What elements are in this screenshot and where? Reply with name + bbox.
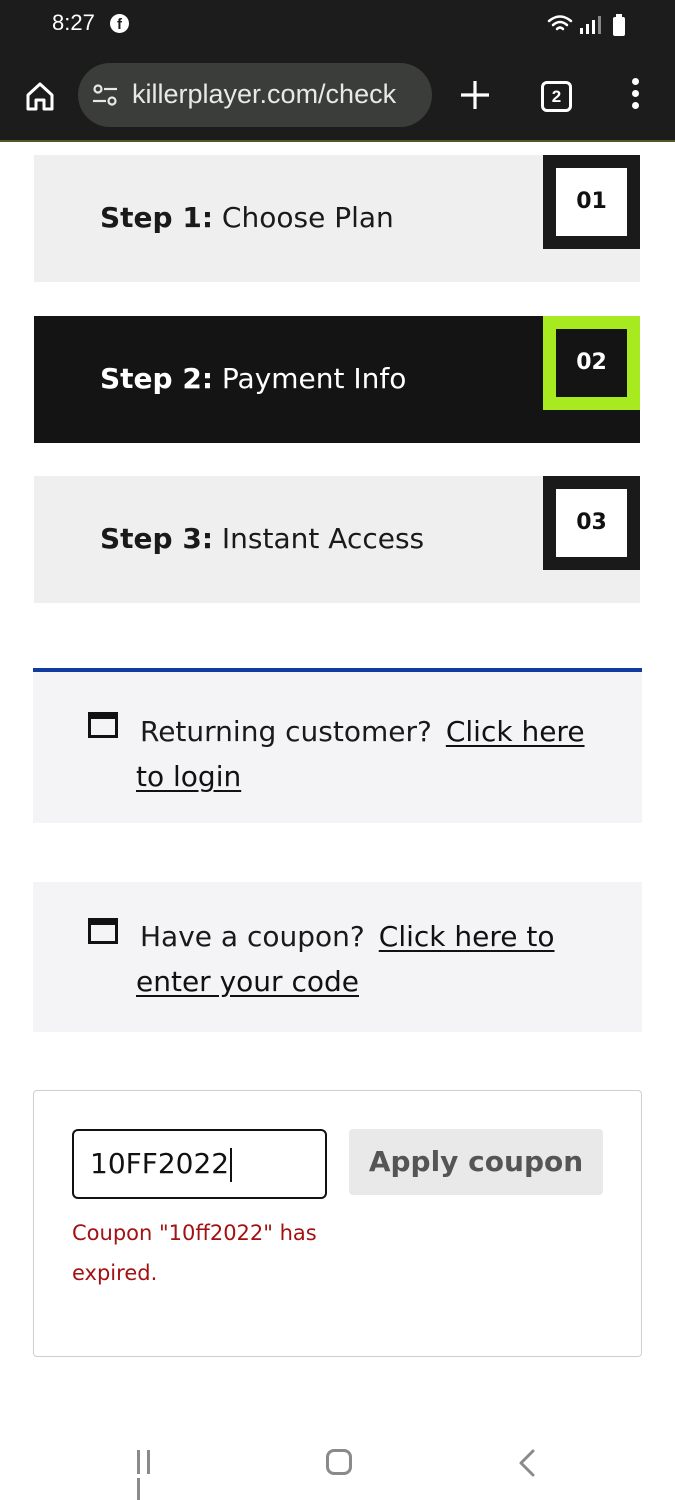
window-icon: [88, 712, 118, 738]
browser-toolbar: killerplayer.com/check 2: [0, 50, 675, 142]
step-3-label: Step 3: Instant Access: [100, 522, 424, 555]
apply-coupon-button[interactable]: Apply coupon: [349, 1129, 603, 1195]
coupon-error-message: Coupon "10ff2022" has expired.: [72, 1221, 317, 1285]
step-2-text: Payment Info: [221, 362, 407, 395]
step-3-title: Step 3:: [100, 522, 214, 555]
returning-customer-notice: Returning customer? Click here to login: [33, 668, 642, 823]
coupon-notice: Have a coupon? Click here to enter your c…: [33, 882, 642, 1032]
coupon-notice-label: Have a coupon?: [140, 920, 365, 953]
step-2-badge: 02: [543, 316, 640, 410]
system-nav-bar: [0, 1420, 675, 1500]
tab-switcher-button[interactable]: 2: [541, 81, 572, 112]
step-1: Step 1: Choose Plan 01: [34, 155, 640, 282]
address-bar[interactable]: killerplayer.com/check: [78, 63, 432, 127]
back-icon[interactable]: [515, 1448, 539, 1478]
signal-icon: [580, 16, 601, 34]
step-2-label: Step 2: Payment Info: [100, 362, 406, 395]
step-3-text: Instant Access: [221, 522, 425, 555]
facebook-icon: f: [110, 14, 129, 33]
site-settings-icon[interactable]: [92, 83, 118, 107]
home-button-icon[interactable]: [326, 1449, 352, 1475]
step-3-badge: 03: [543, 476, 640, 570]
new-tab-icon[interactable]: [458, 78, 492, 112]
returning-customer-label: Returning customer?: [140, 715, 432, 748]
url-text[interactable]: killerplayer.com/check: [132, 79, 422, 110]
step-2: Step 2: Payment Info 02: [34, 316, 640, 443]
battery-icon: [613, 14, 625, 36]
step-1-number: 01: [556, 168, 627, 236]
coupon-code-input[interactable]: 10FF2022: [72, 1129, 327, 1199]
window-icon: [88, 918, 118, 944]
wifi-icon: [547, 15, 573, 31]
step-2-title: Step 2:: [100, 362, 214, 395]
toolbar-divider: [0, 140, 675, 142]
step-1-text: Choose Plan: [221, 201, 394, 234]
step-3-number: 03: [556, 489, 627, 557]
recents-icon[interactable]: [137, 1450, 163, 1500]
more-menu-icon[interactable]: [628, 78, 642, 114]
coupon-code-value: 10FF2022: [90, 1147, 230, 1180]
coupon-form: 10FF2022 Apply coupon Coupon "10ff2022" …: [33, 1090, 642, 1357]
step-1-label: Step 1: Choose Plan: [100, 201, 394, 234]
home-icon[interactable]: [24, 80, 56, 112]
step-2-number: 02: [556, 329, 627, 397]
text-caret: [230, 1148, 233, 1182]
status-bar: 8:27 f: [0, 0, 675, 50]
step-1-title: Step 1:: [100, 201, 214, 234]
step-1-badge: 01: [543, 155, 640, 249]
system-status-icons: [547, 14, 625, 36]
returning-customer-text: Returning customer? Click here to login: [136, 709, 606, 799]
status-time: 8:27: [52, 10, 95, 35]
coupon-notice-text: Have a coupon? Click here to enter your c…: [136, 914, 606, 1004]
step-3: Step 3: Instant Access 03: [34, 476, 640, 603]
